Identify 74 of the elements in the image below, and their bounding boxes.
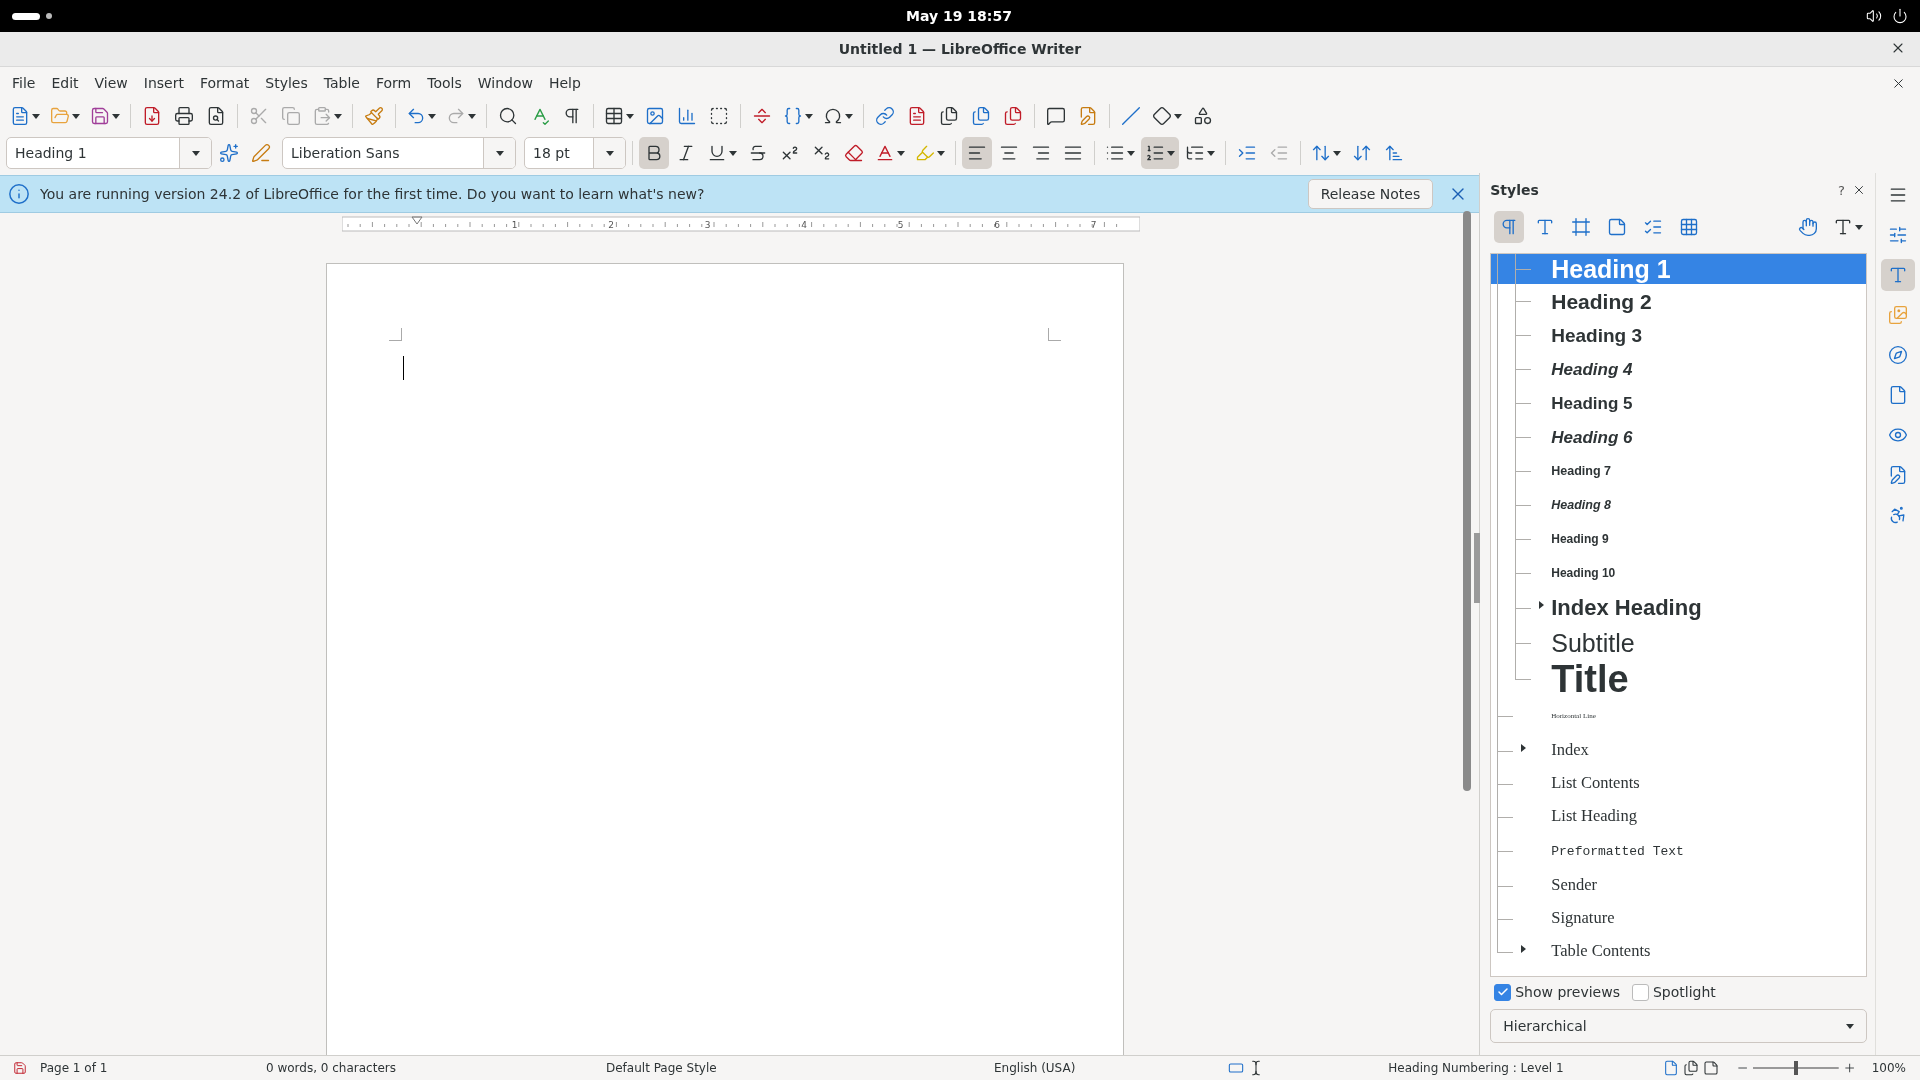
style-item[interactable]: Sender — [1491, 869, 1866, 902]
style-name: Index Heading — [1551, 597, 1702, 619]
style-item[interactable]: Subtitle — [1491, 626, 1866, 660]
style-item[interactable]: Heading 5 — [1491, 386, 1866, 420]
checkbox-label[interactable]: Show previews — [1494, 983, 1620, 1001]
menu-item[interactable]: Tools — [419, 75, 470, 91]
menu-item[interactable]: Window — [469, 75, 541, 91]
checkbox-text: Spotlight — [1652, 984, 1716, 1000]
menu-item[interactable]: Styles — [257, 75, 316, 91]
clock[interactable]: May 19 18:57 — [906, 8, 1012, 24]
page-style: Default Page Style — [606, 1061, 718, 1075]
style-name: List Contents — [1551, 775, 1640, 792]
menu-item[interactable]: Help — [540, 75, 589, 91]
menu-item[interactable]: Format — [191, 75, 258, 91]
menu-item[interactable]: Edit — [43, 75, 87, 91]
checkbox-text: Show previews — [1515, 984, 1620, 1000]
paragraph-style-field[interactable]: Heading 1 — [7, 138, 179, 168]
zoom-percent: 100% — [1870, 1061, 1906, 1075]
outline-level: Heading Numbering : Level 1 — [1387, 1061, 1565, 1075]
style-name: Table Contents — [1551, 943, 1651, 960]
style-item[interactable]: Heading 9 — [1491, 522, 1866, 556]
font-name-field[interactable]: Liberation Sans — [283, 138, 483, 168]
style-item[interactable]: Heading 10 — [1491, 556, 1866, 590]
style-name: Heading 4 — [1551, 360, 1633, 378]
style-item[interactable]: Heading 8 — [1491, 488, 1866, 522]
info-message: You are running version 24.2 of LibreOffice for the first time. Do you want to learn what's new? — [40, 186, 706, 202]
style-name: Heading 9 — [1551, 533, 1609, 545]
style-item[interactable]: Signature — [1491, 902, 1866, 935]
style-name: Preformatted Text — [1551, 844, 1684, 858]
word-count: 0 words, 0 characters — [266, 1061, 397, 1075]
style-item[interactable]: Heading 6 — [1491, 420, 1866, 454]
style-name: Heading 10 — [1551, 567, 1616, 579]
style-name: Subtitle — [1551, 630, 1635, 656]
font-name-combo[interactable]: Liberation Sans — [282, 137, 516, 169]
style-item[interactable]: List Contents — [1491, 767, 1866, 800]
style-name: Heading 2 — [1551, 290, 1652, 312]
style-item[interactable]: Heading 7 — [1491, 454, 1866, 488]
style-name: Heading 3 — [1551, 325, 1643, 345]
language: English (USA) — [993, 1061, 1077, 1075]
style-name: List Heading — [1551, 808, 1637, 825]
menu-item[interactable]: Form — [367, 75, 420, 91]
help-button[interactable]: ? — [1838, 182, 1845, 198]
style-item[interactable]: Title — [1491, 660, 1866, 698]
page-count: Page 1 of 1 — [40, 1061, 109, 1075]
style-name: Heading 1 — [1551, 256, 1671, 282]
style-filter-dropdown[interactable]: Hierarchical — [1490, 1009, 1867, 1043]
style-item[interactable]: Index — [1491, 734, 1866, 767]
font-size-field[interactable]: 18 pt — [525, 138, 593, 168]
paragraph-style-combo[interactable]: Heading 1 — [6, 137, 212, 169]
style-name: Heading 8 — [1551, 498, 1611, 512]
style-item[interactable]: Heading 3 — [1491, 318, 1866, 352]
menu-item[interactable]: File — [4, 75, 44, 91]
style-item[interactable]: Preformatted Text — [1491, 833, 1866, 869]
menu-item[interactable]: View — [86, 75, 136, 91]
panel-title: Styles — [1490, 182, 1540, 198]
style-item[interactable]: Table Contents — [1491, 935, 1866, 968]
menu-item[interactable]: Table — [315, 75, 368, 91]
style-name: Index — [1551, 742, 1589, 759]
window-title: Untitled 1 — LibreOffice Writer — [838, 41, 1082, 57]
style-item[interactable]: Heading 2 — [1491, 284, 1866, 318]
style-item[interactable]: Index Heading — [1491, 590, 1866, 626]
style-name: Heading 6 — [1551, 428, 1633, 446]
style-item[interactable]: Heading 1 — [1491, 254, 1866, 284]
style-name: Heading 5 — [1551, 394, 1633, 412]
style-item[interactable]: List Heading — [1491, 800, 1866, 833]
style-name: Sender — [1551, 877, 1598, 894]
checkbox-label[interactable]: Spotlight — [1631, 983, 1716, 1001]
style-item[interactable]: Heading 4 — [1491, 352, 1866, 386]
style-name: Title — [1551, 660, 1629, 698]
style-name: Heading 7 — [1551, 464, 1611, 478]
menu-item[interactable]: Insert — [135, 75, 192, 91]
release-notes-button[interactable]: Release Notes — [1307, 179, 1434, 209]
font-size-combo[interactable]: 18 pt — [524, 137, 626, 169]
style-name: Signature — [1551, 910, 1615, 927]
